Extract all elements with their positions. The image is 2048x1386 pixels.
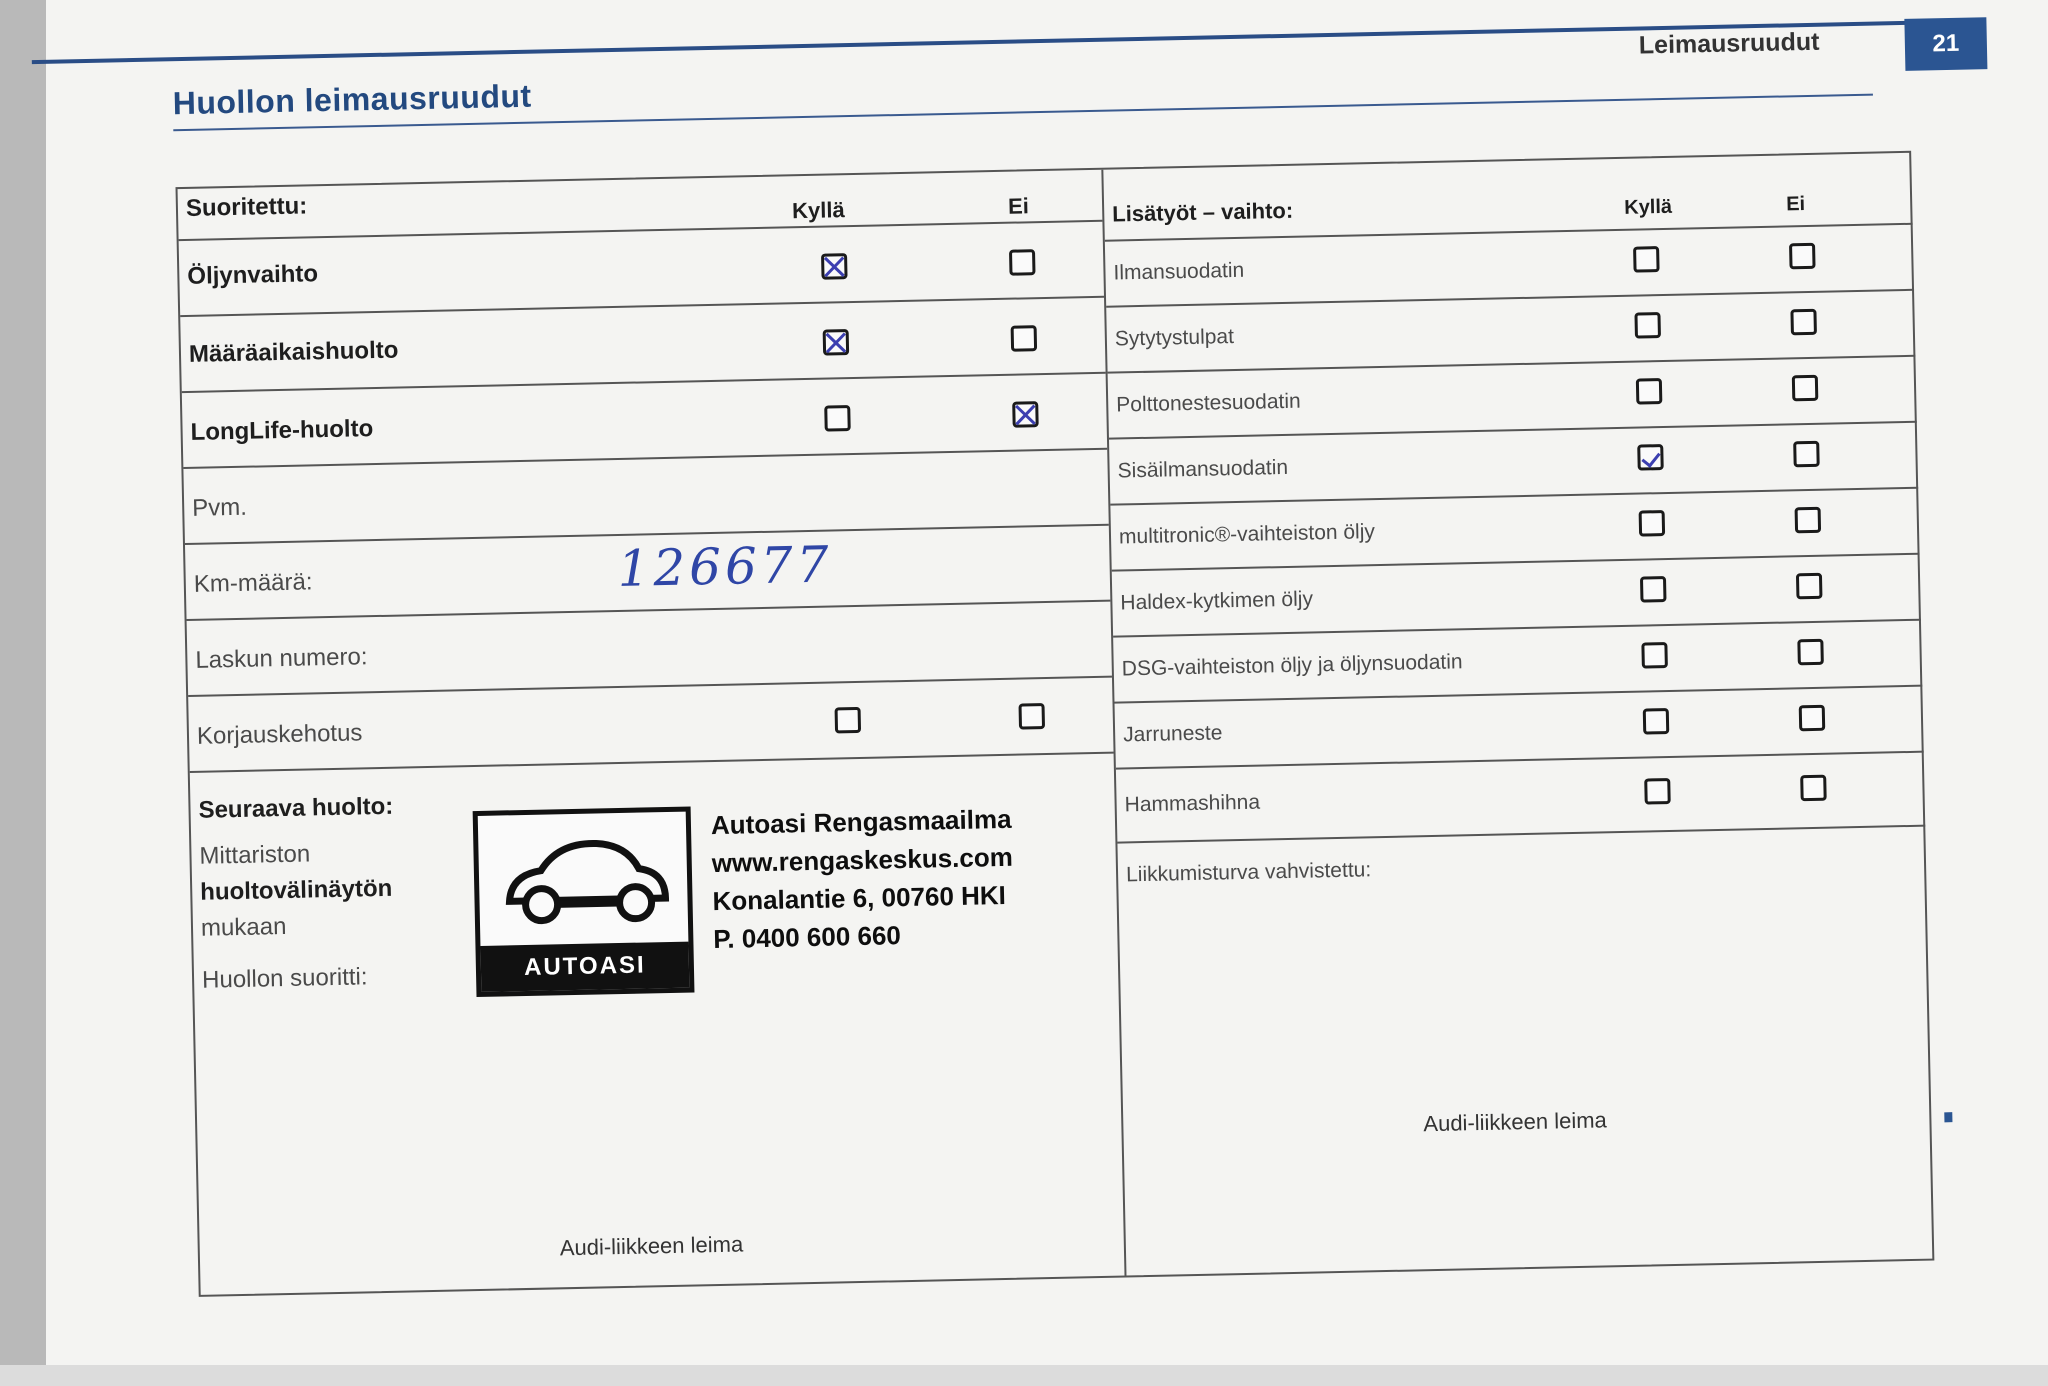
timing-belt-yes-checkbox[interactable] — [1644, 777, 1671, 805]
col-yes-header: Kyllä — [791, 197, 845, 224]
row-label: Jarruneste — [1122, 721, 1223, 747]
section-label: Leimausruudut — [1638, 27, 1820, 60]
next-service-line2: huoltovälinäytön — [199, 874, 393, 906]
row-label: Sisäilmansuodatin — [1117, 455, 1289, 483]
page-title: Huollon leimausruudut — [172, 77, 532, 122]
row-label: Haldex-kytkimen öljy — [1120, 587, 1314, 615]
row-label: Km-määrä: — [193, 568, 313, 598]
spark-plugs-yes-checkbox[interactable] — [1634, 312, 1661, 339]
stamp-line-4: P. 0400 600 660 — [713, 920, 902, 955]
dsg-oil-no-checkbox[interactable] — [1797, 638, 1824, 666]
haldex-oil-yes-checkbox[interactable] — [1639, 576, 1667, 603]
longlife-yes-checkbox[interactable] — [824, 405, 851, 432]
brake-fluid-yes-checkbox[interactable] — [1642, 708, 1670, 735]
car-icon — [505, 839, 670, 925]
next-service-title: Seuraava huolto: — [198, 792, 394, 824]
spark-plugs-no-checkbox[interactable] — [1790, 308, 1817, 336]
dealer-stamp-label-right: Audi-liikkeen leima — [1423, 1107, 1608, 1137]
performed-column: Suoritettu: Kyllä Ei Öljynvaihto Määräai… — [177, 169, 1127, 1295]
row-label: LongLife-huolto — [190, 415, 374, 446]
air-filter-yes-checkbox[interactable] — [1633, 246, 1660, 273]
row-label: Ilmansuodatin — [1113, 258, 1245, 285]
repair-request-yes-checkbox[interactable] — [834, 706, 862, 734]
stamp-line-2: www.rengaskeskus.com — [711, 841, 1014, 879]
row-label: Hammashihna — [1124, 790, 1261, 817]
multitronic-oil-yes-checkbox[interactable] — [1638, 510, 1666, 537]
row-label: Korjauskehotus — [196, 719, 363, 750]
row-label: DSG-vaihteiston öljy ja öljynsuodatin — [1121, 650, 1463, 681]
mileage-handwritten-value: 126677 — [616, 535, 834, 598]
row-label: Sytytystulpat — [1114, 325, 1235, 351]
mobility-confirmed-label: Liikkumisturva vahvistettu: — [1125, 858, 1372, 887]
dealer-stamp-label-left: Audi-liikkeen leima — [559, 1231, 744, 1261]
fuel-filter-yes-checkbox[interactable] — [1635, 378, 1663, 405]
longlife-no-checkbox[interactable] — [1012, 401, 1039, 428]
cabin-filter-yes-checkbox[interactable] — [1637, 444, 1664, 471]
col-no-header: Ei — [1007, 193, 1030, 219]
fuel-filter-no-checkbox[interactable] — [1791, 374, 1819, 402]
col-no-header: Ei — [1785, 193, 1806, 216]
page-number-badge: 21 — [1904, 17, 1988, 71]
dealer-stamp: AUTOASI Autoasi Rengasmaailma www.rengas… — [472, 798, 1097, 1011]
air-filter-no-checkbox[interactable] — [1789, 242, 1816, 270]
performed-by-label: Huollon suoritti: — [201, 963, 368, 994]
autoasi-logo: AUTOASI — [472, 806, 695, 998]
performed-heading: Suoritettu: — [185, 192, 308, 222]
col-yes-header: Kyllä — [1624, 195, 1673, 219]
service-stamp-form: Suoritettu: Kyllä Ei Öljynvaihto Määräai… — [175, 150, 1935, 1297]
stamp-line-3: Konalantie 6, 00760 HKI — [712, 879, 1007, 917]
additional-work-heading: Lisätyöt – vaihto: — [1112, 197, 1294, 227]
additional-work-column: Lisätyöt – vaihto: Kyllä Ei Ilmansuodati… — [1104, 183, 1926, 1136]
stamp-brand: AUTOASI — [480, 941, 690, 992]
next-service-line3: mukaan — [200, 913, 287, 942]
stamp-line-1: Autoasi Rengasmaailma — [710, 803, 1012, 841]
oil-change-yes-checkbox[interactable] — [821, 253, 848, 280]
stamp-text: Autoasi Rengasmaailma www.rengaskeskus.c… — [711, 800, 1015, 958]
row-label: Öljynvaihto — [187, 260, 319, 290]
row-label: multitronic®-vaihteiston öljy — [1118, 520, 1376, 549]
scheduled-service-no-checkbox[interactable] — [1010, 325, 1038, 352]
row-label: Polttonestesuodatin — [1116, 389, 1301, 417]
next-service-line1: Mittariston — [199, 840, 311, 870]
multitronic-oil-no-checkbox[interactable] — [1794, 506, 1822, 534]
row-label: Määräaikaishuolto — [188, 336, 399, 368]
end-marker — [1944, 1112, 1953, 1123]
row-timing-belt: Hammashihna — [1115, 750, 1926, 844]
dsg-oil-yes-checkbox[interactable] — [1641, 642, 1668, 669]
oil-change-no-checkbox[interactable] — [1008, 249, 1036, 276]
page: Leimausruudut 21 Huollon leimausruudut S… — [0, 0, 2048, 1365]
haldex-oil-no-checkbox[interactable] — [1795, 572, 1823, 600]
row-label: Laskun numero: — [195, 643, 368, 674]
brake-fluid-no-checkbox[interactable] — [1798, 704, 1826, 732]
rotated-content: Leimausruudut 21 Huollon leimausruudut S… — [0, 0, 2048, 1386]
timing-belt-no-checkbox[interactable] — [1800, 774, 1827, 802]
row-label: Pvm. — [191, 493, 248, 522]
scheduled-service-yes-checkbox[interactable] — [822, 329, 850, 356]
repair-request-no-checkbox[interactable] — [1018, 703, 1046, 730]
cabin-filter-no-checkbox[interactable] — [1793, 440, 1820, 468]
